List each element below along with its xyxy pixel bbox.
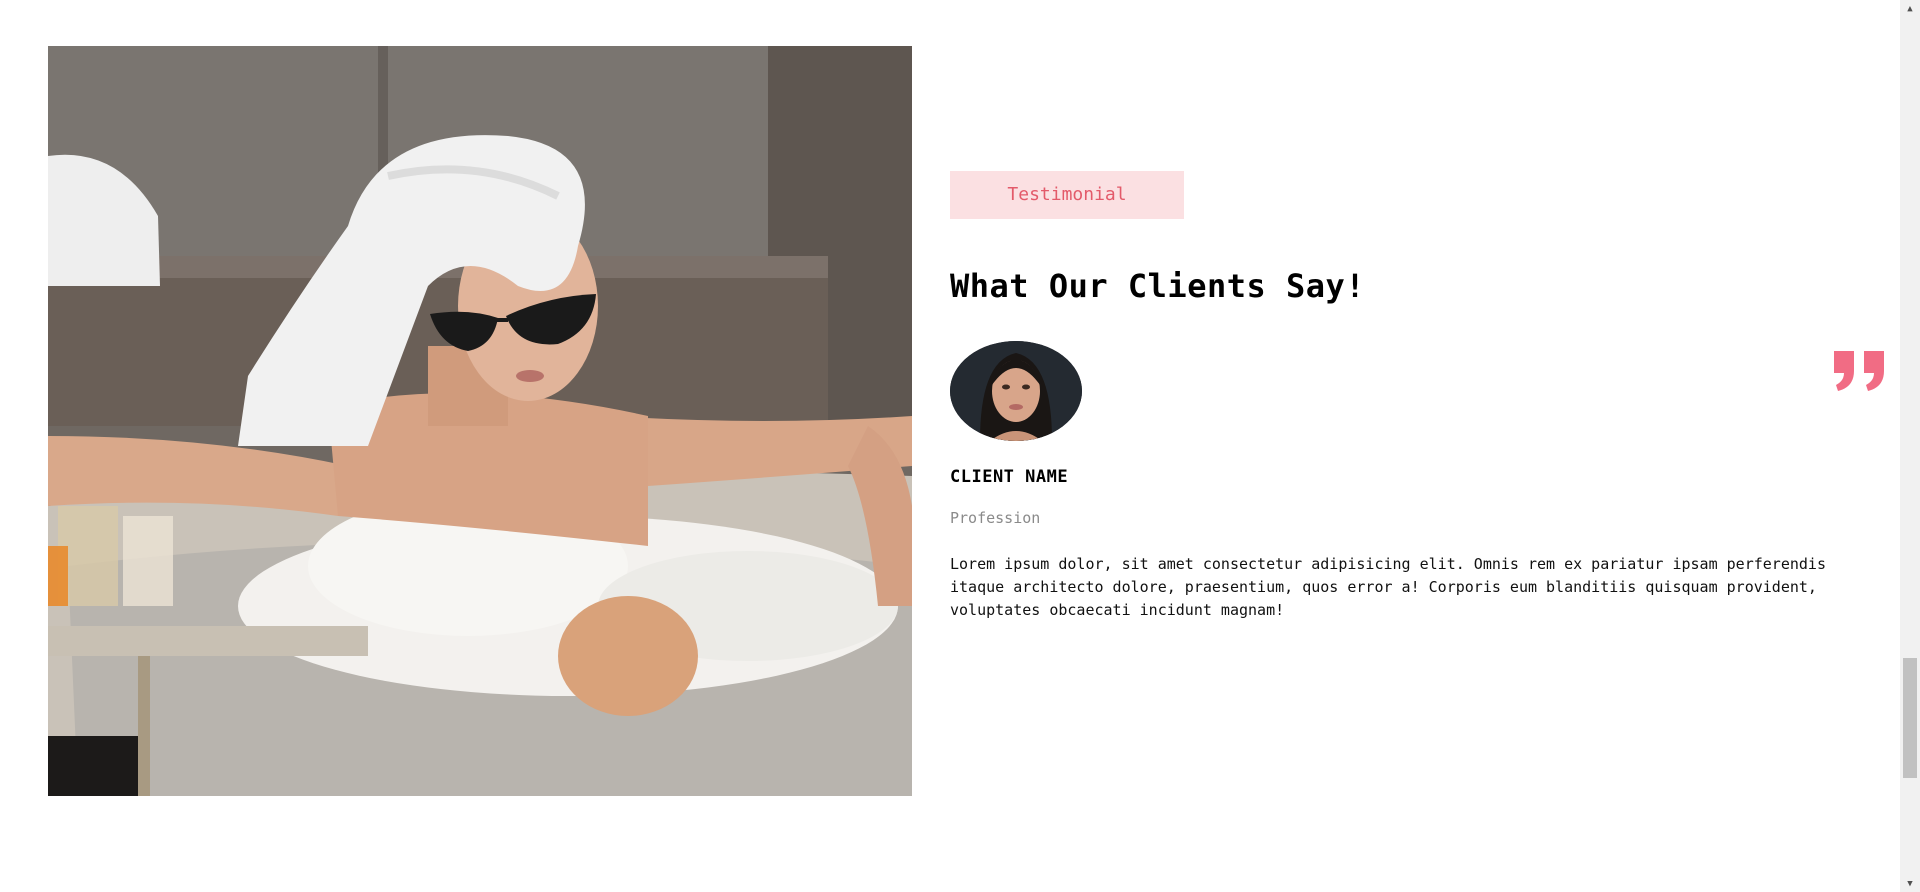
- client-avatar: [950, 341, 1082, 441]
- down-arrow-icon[interactable]: ▼: [1900, 875, 1920, 892]
- up-arrow-icon[interactable]: ▲: [1900, 0, 1920, 17]
- bathtub-photo: [48, 46, 912, 796]
- quote-icon: [1834, 351, 1884, 391]
- testimonial-quote: Lorem ipsum dolor, sit amet consectetur …: [950, 555, 1826, 619]
- testimonial-photo: [48, 46, 912, 796]
- client-name: CLIENT NAME: [950, 467, 1069, 487]
- testimonial-section: Testimonial What Our Clients Say! CLIENT…: [950, 171, 1884, 622]
- section-heading: What Our Clients Say!: [950, 267, 1366, 305]
- vertical-scrollbar[interactable]: ▲ ▼: [1900, 0, 1920, 892]
- page: Testimonial What Our Clients Say! CLIENT…: [0, 0, 1920, 892]
- testimonial-tag: Testimonial: [950, 171, 1184, 219]
- client-profession: Profession: [950, 509, 1041, 527]
- client-row: [950, 341, 1884, 441]
- scrollbar-thumb[interactable]: [1903, 658, 1917, 778]
